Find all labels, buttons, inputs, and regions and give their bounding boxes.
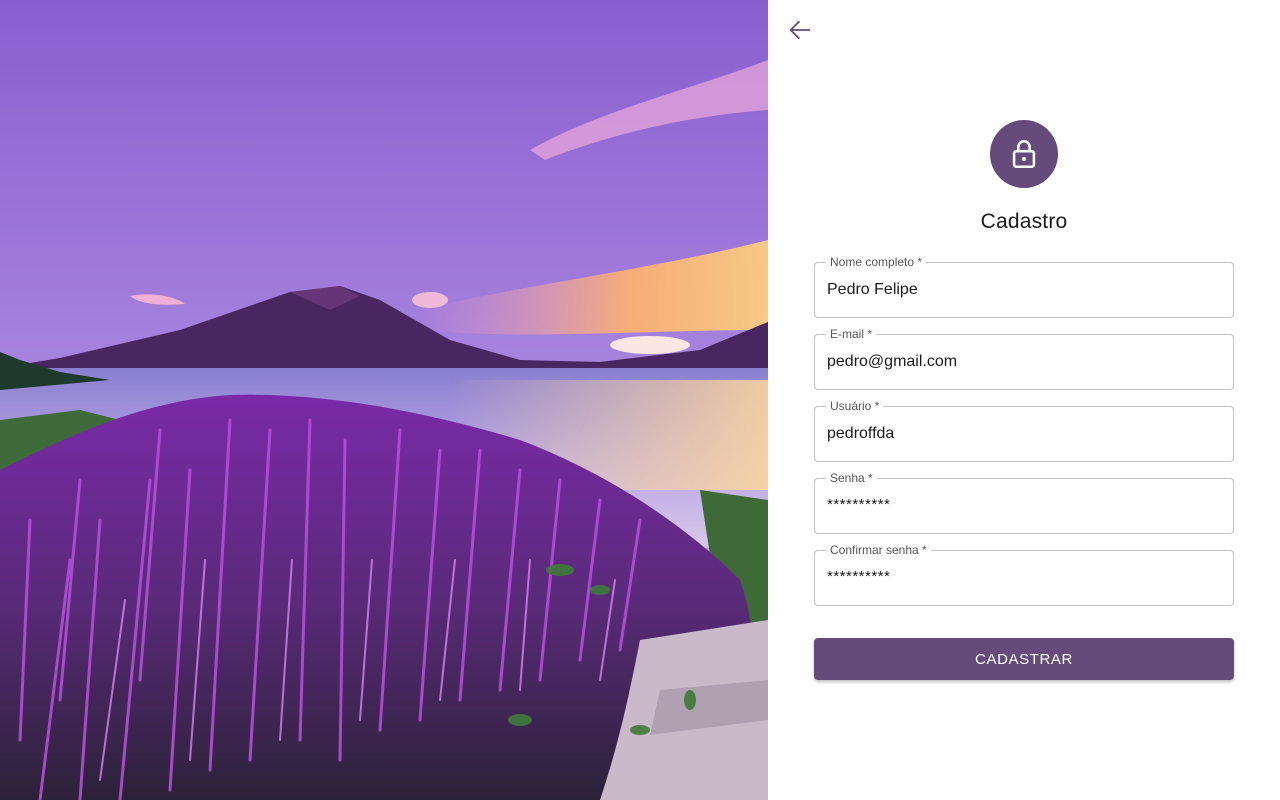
avatar: [990, 120, 1058, 188]
full-name-label: Nome completo *: [826, 255, 927, 269]
email-input[interactable]: pedro@gmail.com: [827, 352, 1221, 372]
arrow-left-icon: [789, 20, 811, 40]
hero-image: [0, 0, 768, 800]
confirm-password-label: Confirmar senha *: [826, 543, 931, 557]
username-input[interactable]: pedroffda: [827, 424, 1221, 444]
full-name-input[interactable]: Pedro Felipe: [827, 280, 1221, 300]
password-field[interactable]: Senha * **********: [814, 471, 1234, 534]
email-field[interactable]: E-mail * pedro@gmail.com: [814, 327, 1234, 390]
full-name-field[interactable]: Nome completo * Pedro Felipe: [814, 255, 1234, 318]
username-label: Usuário *: [826, 399, 884, 413]
confirm-password-input[interactable]: **********: [827, 567, 1221, 587]
password-label: Senha *: [826, 471, 877, 485]
register-button[interactable]: CADASTRAR: [814, 638, 1234, 680]
email-label: E-mail *: [826, 327, 877, 341]
page-title: Cadastro: [980, 210, 1068, 233]
back-button[interactable]: [784, 14, 816, 46]
confirm-password-field[interactable]: Confirmar senha * **********: [814, 543, 1234, 606]
username-field[interactable]: Usuário * pedroffda: [814, 399, 1234, 462]
password-input[interactable]: **********: [827, 495, 1221, 515]
landscape-illustration: [0, 0, 768, 800]
lock-icon: [1012, 140, 1036, 169]
